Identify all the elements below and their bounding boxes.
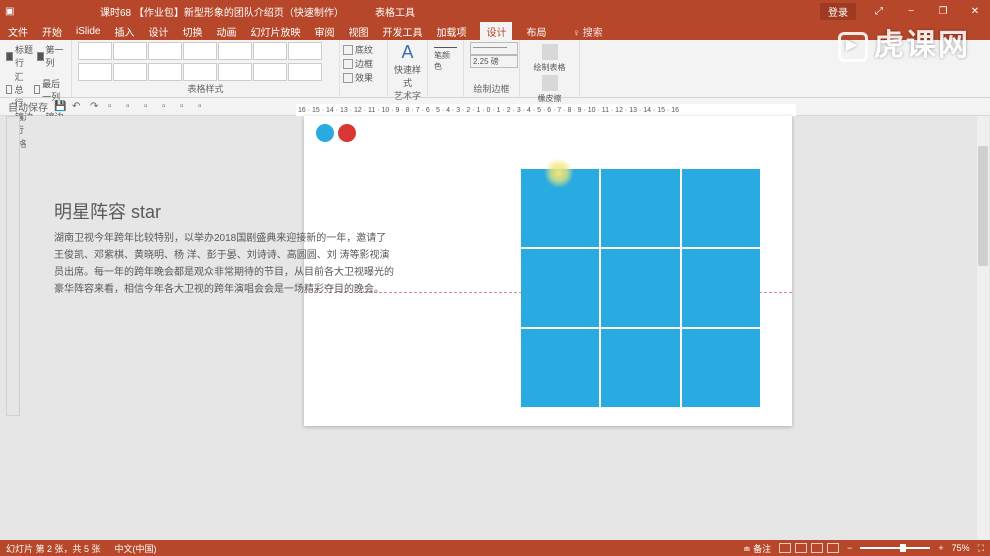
tab-file[interactable]: 文件	[8, 24, 28, 39]
effects-icon	[343, 73, 353, 83]
table-cell[interactable]	[601, 329, 679, 407]
scrollbar-thumb[interactable]	[978, 146, 988, 266]
slideshow-view-icon[interactable]	[827, 543, 839, 553]
table-styles-gallery[interactable]	[78, 42, 333, 82]
notes-button[interactable]: ≐ 备注	[743, 542, 771, 555]
ribbon-options-icon[interactable]: ⤢	[864, 6, 894, 17]
close-button[interactable]: ✕	[960, 6, 990, 17]
qat-icon[interactable]: ▫	[126, 101, 138, 113]
contextual-tab-label: 表格工具	[375, 4, 415, 19]
tab-design[interactable]: 设计	[148, 24, 168, 39]
undo-icon[interactable]: ↶	[72, 101, 84, 113]
line-style-select[interactable]: ──────	[470, 42, 518, 55]
tab-review[interactable]: 审阅	[314, 24, 334, 39]
group-draw-border: ────── 2.25 磅 绘制边框	[464, 40, 520, 97]
vertical-scrollbar[interactable]	[977, 116, 989, 540]
minimize-button[interactable]: −	[896, 6, 926, 17]
line-width-select[interactable]: 2.25 磅	[470, 55, 518, 68]
eraser-button[interactable]: 橡皮擦	[526, 73, 573, 104]
checkbox-first-col[interactable]	[37, 52, 44, 61]
fit-window-icon[interactable]: ⛶	[978, 543, 984, 554]
border-button[interactable]: 边框	[355, 57, 373, 70]
draw-table-icon	[542, 44, 558, 60]
language-indicator[interactable]: 中文(中国)	[115, 542, 157, 555]
table-cell[interactable]	[601, 169, 679, 247]
tab-table-design[interactable]: 设计	[480, 22, 512, 41]
pen-style-icon[interactable]	[434, 42, 457, 48]
tab-addins[interactable]: 加载项	[436, 24, 466, 39]
group-label: 表格样式	[78, 82, 333, 95]
effects-button[interactable]: 效果	[355, 71, 373, 84]
sorter-view-icon[interactable]	[795, 543, 807, 553]
checkbox-total-row[interactable]	[6, 85, 12, 94]
table-cell[interactable]	[521, 249, 599, 327]
redo-icon[interactable]: ↷	[90, 101, 102, 113]
group-draw-erase: 绘制表格 橡皮擦	[520, 40, 580, 97]
group-table-style-options: 标题行 第一列 汇总行 最后一列 镶边行 镶边列 表格样式选项	[0, 40, 72, 97]
eraser-icon	[542, 75, 558, 91]
view-buttons	[779, 543, 839, 553]
document-name: 课时68 【作业包】新型形象的团队介绍页（快速制作）	[100, 4, 344, 19]
horizontal-ruler: 16 · 15 · 14 · 13 · 12 · 11 · 10 · 9 · 8…	[296, 104, 796, 116]
group-wordart: A 快速样式 艺术字样式	[388, 40, 428, 97]
group-pen: 笔颜色	[428, 40, 464, 97]
search-hint[interactable]: ♀ 搜索	[572, 24, 602, 39]
status-bar: 幻灯片 第 2 张，共 5 张 中文(中国) ≐ 备注 − + 75% ⛶	[0, 540, 990, 556]
normal-view-icon[interactable]	[779, 543, 791, 553]
shading-icon	[343, 45, 353, 55]
zoom-in-icon[interactable]: +	[938, 543, 943, 553]
group-shading-border: 底纹 边框 效果	[340, 40, 388, 97]
checkbox-last-col[interactable]	[34, 85, 40, 94]
workspace	[26, 116, 984, 540]
table-cell[interactable]	[682, 329, 760, 407]
reading-view-icon[interactable]	[811, 543, 823, 553]
quick-style-icon[interactable]: A	[394, 42, 421, 63]
table-object[interactable]	[521, 169, 760, 407]
slide-title[interactable]: 明星阵容 star	[54, 198, 161, 224]
tab-islide[interactable]: iSlide	[76, 26, 100, 37]
slide-body-text[interactable]: 湖南卫视今年跨年比较特别，以举办2018国剧盛典来迎接新的一年，邀请了王俊凯、邓…	[54, 230, 394, 298]
login-button[interactable]: 登录	[820, 3, 856, 20]
ribbon: 标题行 第一列 汇总行 最后一列 镶边行 镶边列 表格样式选项 表格样式 底纹 …	[0, 40, 990, 98]
tab-view[interactable]: 视图	[348, 24, 368, 39]
checkbox-header-row[interactable]	[6, 52, 13, 61]
table-cell[interactable]	[521, 329, 599, 407]
pen-color-button[interactable]: 笔颜色	[434, 50, 457, 72]
zoom-slider[interactable]	[860, 547, 930, 549]
red-circle-shape[interactable]	[338, 124, 356, 142]
blue-circle-shape[interactable]	[316, 124, 334, 142]
qat-icon[interactable]: ▫	[162, 101, 174, 113]
tab-slideshow[interactable]: 幻灯片放映	[250, 24, 300, 39]
border-icon	[343, 59, 353, 69]
tab-dev[interactable]: 开发工具	[382, 24, 422, 39]
zoom-value[interactable]: 75%	[952, 543, 970, 553]
tab-start[interactable]: 开始	[42, 24, 62, 39]
save-icon[interactable]: 💾	[54, 101, 66, 113]
slide-counter: 幻灯片 第 2 张，共 5 张	[6, 542, 101, 555]
ribbon-tabs: 文件 开始 iSlide 插入 设计 切换 动画 幻灯片放映 审阅 视图 开发工…	[0, 22, 990, 40]
restore-button[interactable]: ❐	[928, 6, 958, 17]
slide-thumbnail-pane[interactable]	[6, 116, 20, 416]
shading-button[interactable]: 底纹	[355, 43, 373, 56]
qat-icon[interactable]: ▫	[180, 101, 192, 113]
qat-icon[interactable]: ▫	[198, 101, 210, 113]
quick-style-label: 快速样式	[394, 63, 421, 89]
tab-insert[interactable]: 插入	[114, 24, 134, 39]
zoom-out-icon[interactable]: −	[847, 543, 852, 553]
tab-transition[interactable]: 切换	[182, 24, 202, 39]
table-cell[interactable]	[601, 249, 679, 327]
qat-icon[interactable]: ▫	[144, 101, 156, 113]
draw-table-button[interactable]: 绘制表格	[526, 42, 573, 73]
autosave-label: 自动保存	[8, 99, 48, 114]
group-table-styles: 表格样式	[72, 40, 340, 97]
table-cell[interactable]	[682, 249, 760, 327]
qat-icon[interactable]: ▫	[108, 101, 120, 113]
table-cell[interactable]	[521, 169, 599, 247]
title-bar: ▣ 课时68 【作业包】新型形象的团队介绍页（快速制作） 表格工具 登录 ⤢ −…	[0, 0, 990, 22]
table-cell[interactable]	[682, 169, 760, 247]
tab-table-layout[interactable]: 布局	[526, 24, 546, 39]
tab-animation[interactable]: 动画	[216, 24, 236, 39]
